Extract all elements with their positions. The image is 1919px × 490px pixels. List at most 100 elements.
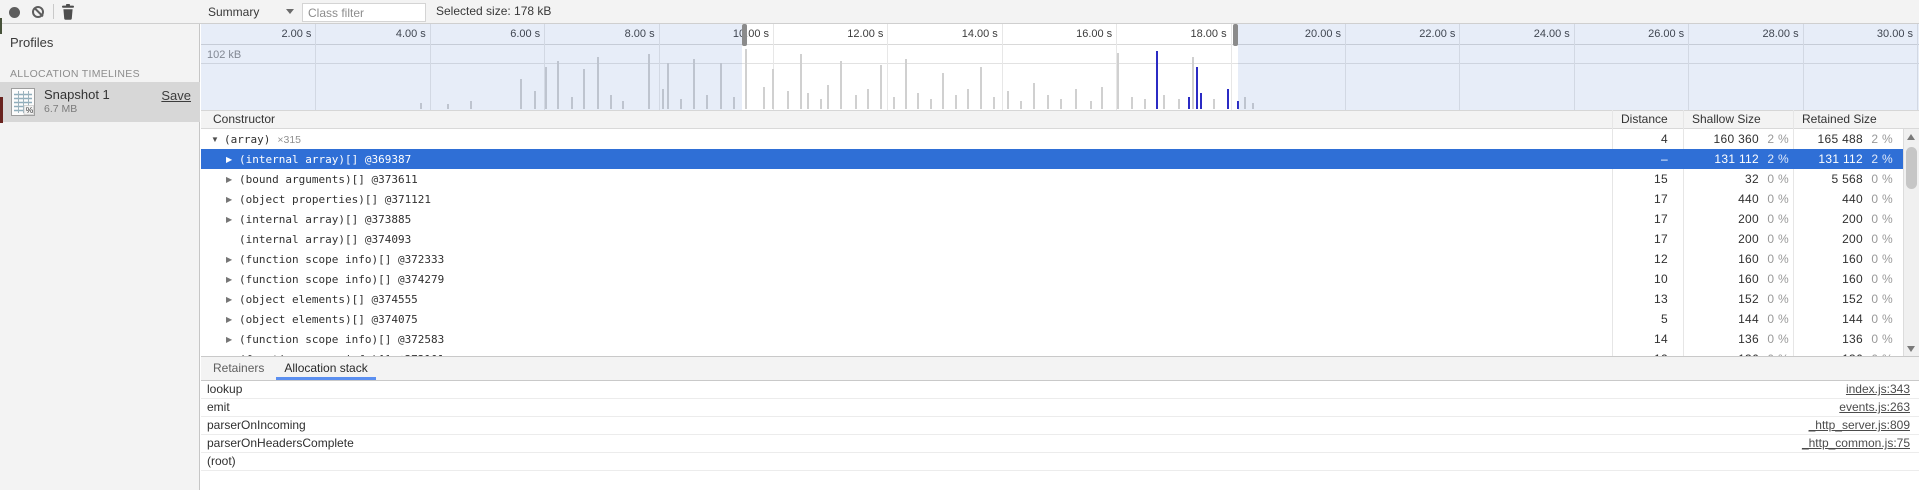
constructor-cell: (bound arguments)[] @373611 (201, 169, 1636, 189)
constructor-cell: (function scope info)[] @374279 (201, 269, 1636, 289)
perspective-select-value: Summary (208, 5, 259, 19)
expander-icon[interactable] (226, 150, 239, 169)
allocation-bar (1075, 89, 1077, 109)
shallow-pct-cell: 0 % (1759, 289, 1789, 309)
allocation-bar (1213, 99, 1215, 109)
column-header-constructor[interactable]: Constructor (201, 111, 1612, 128)
shallow-pct-cell: 0 % (1759, 169, 1789, 189)
expander-icon[interactable] (226, 190, 239, 209)
clear-icon[interactable] (32, 6, 44, 18)
retained-pct-cell: 0 % (1863, 289, 1893, 309)
shallow-pct-cell: 0 % (1759, 269, 1789, 289)
table-row[interactable]: (function scope info)[] @372583141360 %1… (201, 329, 1903, 349)
allocation-bar (967, 89, 969, 109)
constructor-cell: (function scope info)[] @372333 (201, 249, 1636, 269)
source-link[interactable]: _http_server.js:809 (1809, 417, 1910, 434)
allocation-bar (1047, 95, 1049, 109)
trash-icon[interactable] (61, 4, 75, 20)
allocation-bar (1020, 101, 1022, 109)
shallow-pct-cell: 0 % (1759, 229, 1789, 249)
expander-icon[interactable] (226, 310, 239, 329)
column-header-shallow-size[interactable]: Shallow Size (1683, 111, 1793, 128)
table-row[interactable]: (function scope info)[] @372333121600 %1… (201, 249, 1903, 269)
allocation-bar (1033, 83, 1035, 109)
table-row[interactable]: (object properties)[] @371121174400 %440… (201, 189, 1903, 209)
table-row[interactable]: (array)×3154160 3602 %165 4882 % (201, 129, 1903, 149)
column-header-distance[interactable]: Distance (1612, 111, 1683, 128)
allocation-bar (1144, 99, 1146, 109)
table-row[interactable]: (object elements)[] @374555131520 %1520 … (201, 289, 1903, 309)
table-row[interactable]: (object elements)[] @37407551440 %1440 % (201, 309, 1903, 329)
record-icon[interactable] (9, 7, 20, 18)
allocation-bar (763, 87, 765, 109)
stack-frame-row: parserOnHeadersComplete_http_common.js:7… (201, 435, 1919, 453)
distance-cell: 15 (1612, 169, 1668, 189)
chevron-down-icon (286, 9, 294, 14)
source-link[interactable]: events.js:263 (1839, 399, 1910, 416)
snapshot-title: Snapshot 1 (44, 87, 110, 102)
allocation-bar (930, 99, 932, 109)
unselected-region-right (1238, 24, 1919, 110)
column-header-retained-size[interactable]: Retained Size (1793, 111, 1903, 128)
table-row[interactable]: (function scope info)[] @374279101600 %1… (201, 269, 1903, 289)
expander-icon[interactable] (226, 270, 239, 289)
allocation-bar (880, 65, 882, 109)
allocation-bar (1060, 99, 1062, 109)
retained-size-cell: 152 (1793, 289, 1863, 309)
source-link[interactable]: index.js:343 (1846, 381, 1910, 398)
expander-icon[interactable] (226, 330, 239, 349)
sidebar-item-snapshot[interactable]: % Snapshot 1 6.7 MB Save (0, 82, 200, 122)
stack-frame-name: (root) (207, 454, 236, 468)
shallow-pct-cell: 2 % (1759, 149, 1789, 169)
expander-icon[interactable] (226, 170, 239, 189)
shallow-size-cell: 144 (1683, 309, 1759, 329)
allocation-bar (800, 54, 802, 109)
selection-handle-left[interactable] (742, 24, 747, 46)
retained-size-cell: 440 (1793, 189, 1863, 209)
expander-icon[interactable] (226, 250, 239, 269)
allocation-bar (820, 99, 822, 109)
allocation-bar (1007, 91, 1009, 109)
expander-icon[interactable] (226, 210, 239, 229)
expander-icon[interactable] (226, 290, 239, 309)
distance-cell: 17 (1612, 209, 1668, 229)
retained-size-cell: 200 (1793, 209, 1863, 229)
allocation-bar (807, 93, 809, 109)
shallow-size-cell: 440 (1683, 189, 1759, 209)
stack-frame-name: parserOnIncoming (207, 418, 306, 432)
perspective-select[interactable]: Summary (208, 0, 294, 23)
constructor-cell: (object elements)[] @374555 (201, 289, 1636, 309)
allocation-bar (772, 69, 774, 109)
grid-header: Constructor Distance Shallow Size Retain… (201, 110, 1919, 129)
source-link[interactable]: _http_common.js:75 (1802, 435, 1910, 452)
retained-pct-cell: 0 % (1863, 189, 1893, 209)
constructor-cell: (object properties)[] @371121 (201, 189, 1636, 209)
save-link[interactable]: Save (161, 88, 191, 103)
selection-handle-right[interactable] (1233, 24, 1238, 46)
distance-cell: 12 (1612, 249, 1668, 269)
scroll-down-icon[interactable] (1907, 346, 1915, 352)
allocation-bar (1196, 67, 1198, 109)
table-row[interactable]: (bound arguments)[] @37361115320 %5 5680… (201, 169, 1903, 189)
table-row[interactable]: (internal array)[] @369387–131 1122 %131… (201, 149, 1903, 169)
class-filter-input[interactable] (302, 3, 426, 22)
scroll-up-icon[interactable] (1907, 134, 1915, 140)
expander-icon[interactable] (211, 130, 224, 149)
heap-snapshot-icon: % (11, 88, 35, 119)
scrollbar-thumb[interactable] (1906, 147, 1917, 189)
allocation-bar (1178, 99, 1180, 109)
table-row[interactable]: (internal array)[] @374093172000 %2000 % (201, 229, 1903, 249)
retained-size-cell: 200 (1793, 229, 1863, 249)
tab-allocation-stack[interactable]: Allocation stack (274, 357, 377, 380)
tab-retainers[interactable]: Retainers (203, 357, 274, 380)
table-row[interactable]: (internal array)[] @373885172000 %2000 % (201, 209, 1903, 229)
allocation-bar (1200, 93, 1202, 109)
retained-size-cell: 136 (1793, 329, 1863, 349)
allocation-bar (745, 49, 747, 109)
devtools-memory-panel: Summary Selected size: 178 kB Profiles A… (0, 0, 1919, 490)
stack-frame-name: emit (207, 400, 230, 414)
ruler-tick-label: 12.00 s (769, 28, 883, 40)
timeline-overview[interactable]: 102 kB 2.00 s4.00 s6.00 s8.00 s10.00 s12… (201, 24, 1919, 110)
grid-scrollbar[interactable] (1903, 129, 1919, 357)
constructor-name: (array) (224, 133, 270, 146)
